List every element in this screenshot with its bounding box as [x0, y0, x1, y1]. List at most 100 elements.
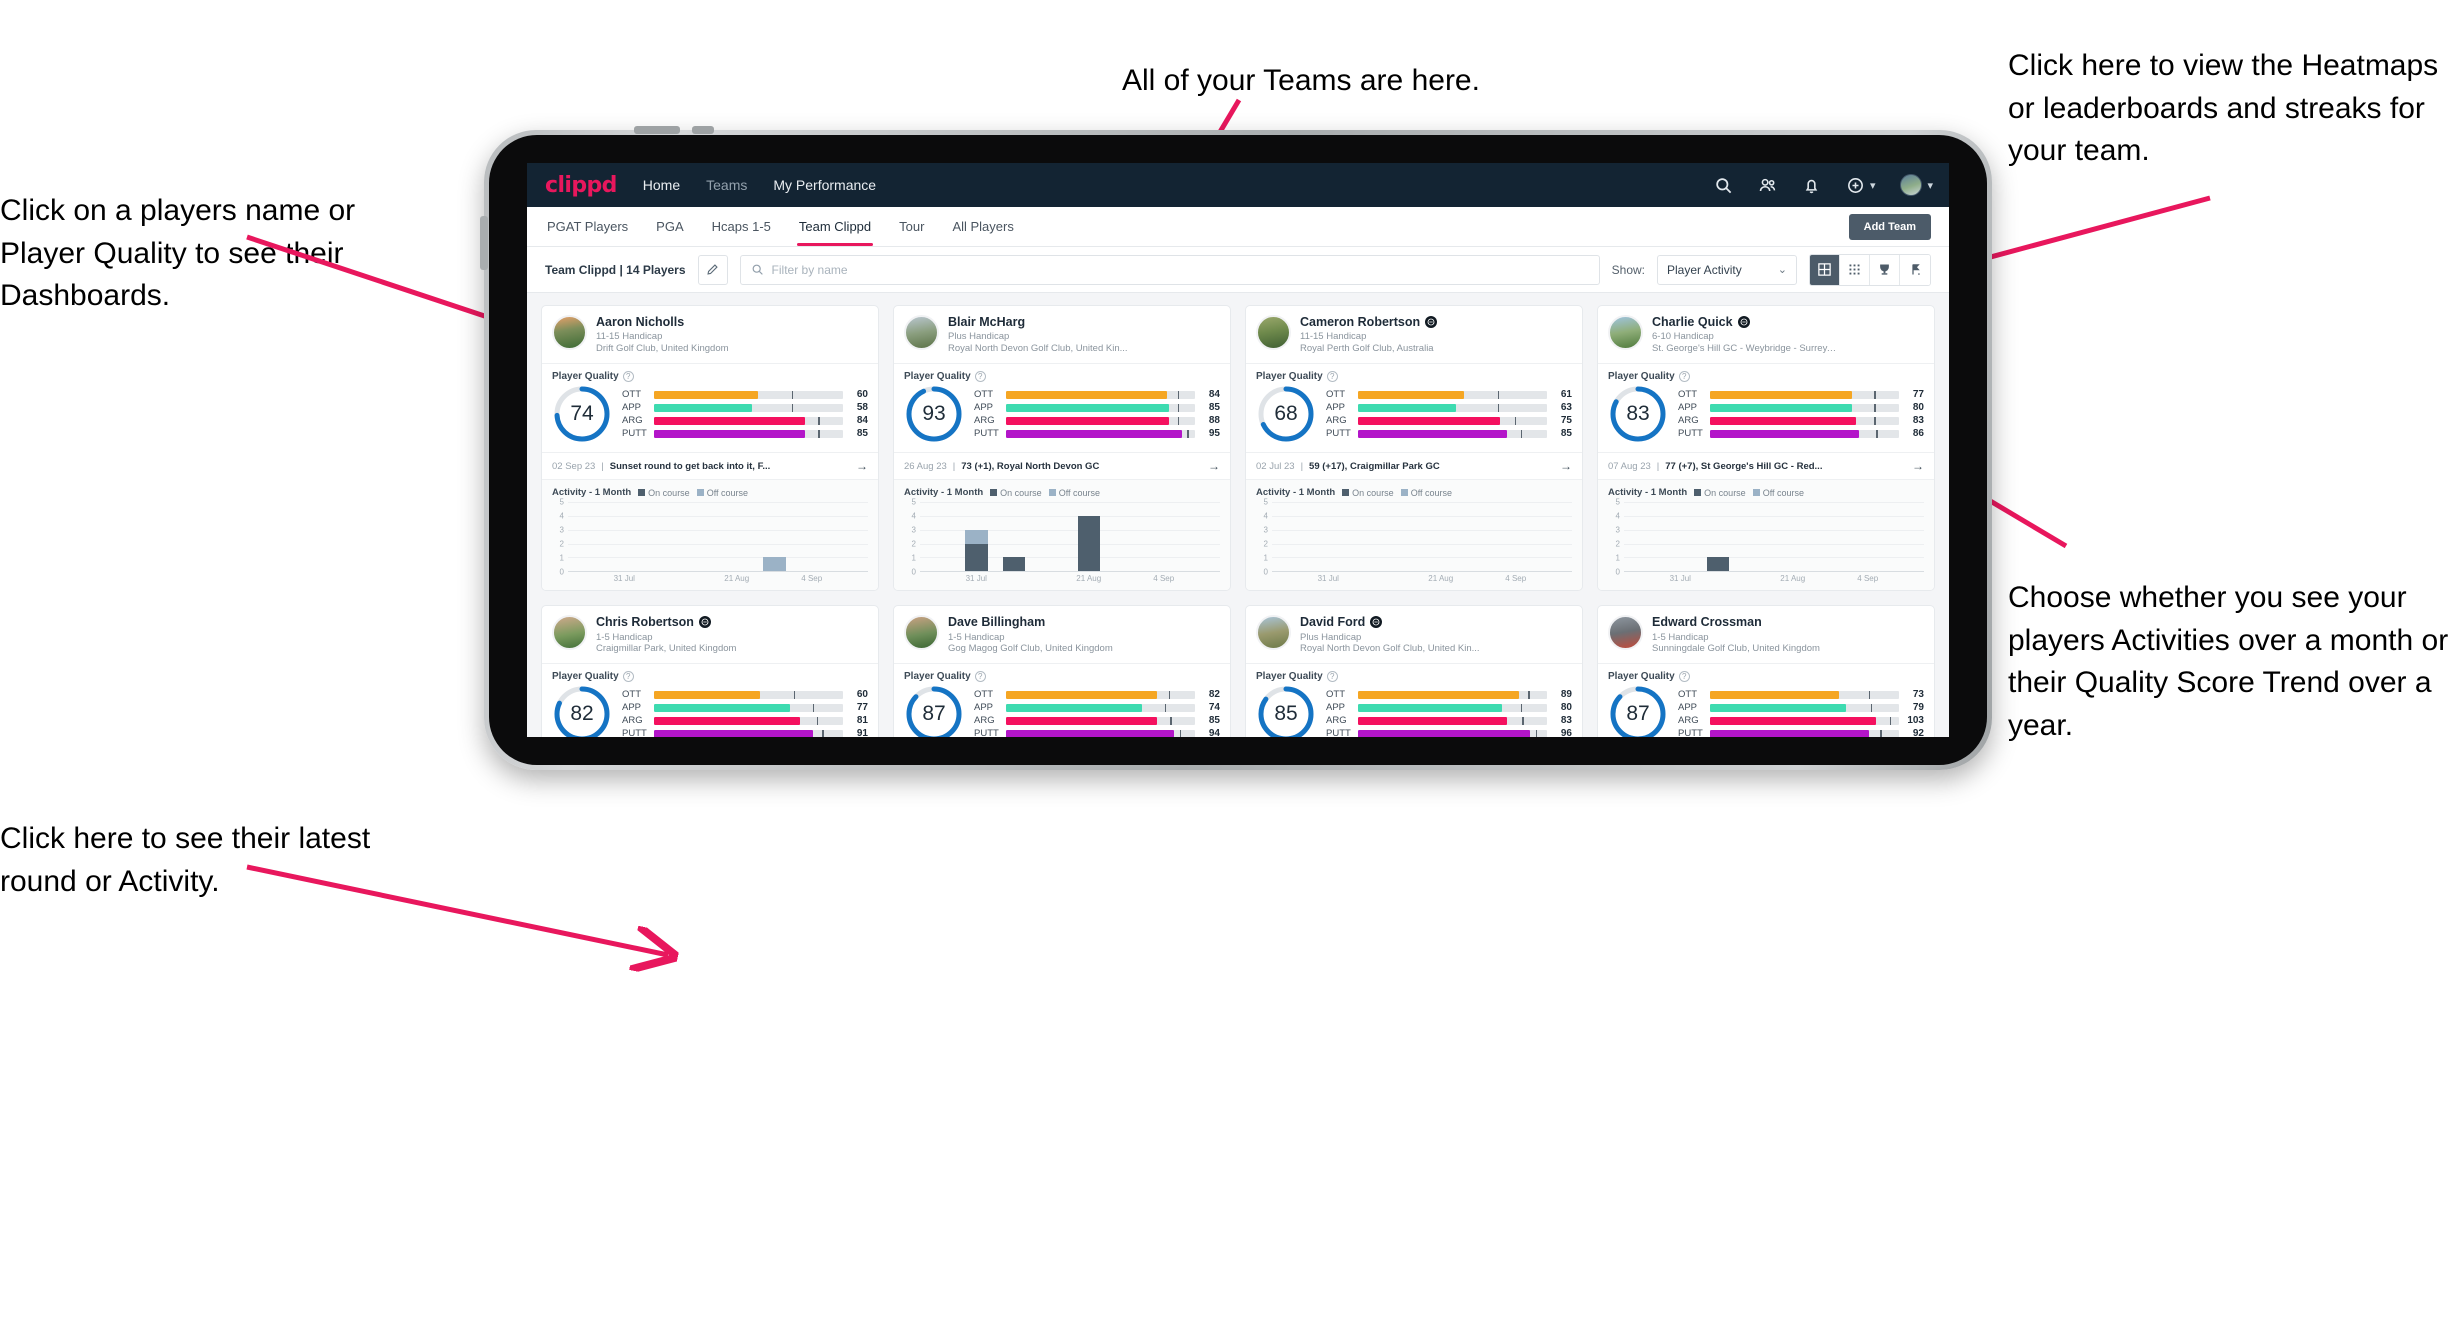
- player-name-row[interactable]: Cameron Robertson: [1300, 315, 1438, 329]
- arrow-right-icon[interactable]: →: [1208, 459, 1220, 473]
- quality-score-ring[interactable]: 87: [1608, 684, 1668, 737]
- tab-team-clippd[interactable]: Team Clippd: [796, 207, 874, 246]
- player-card-header[interactable]: Aaron Nicholls 11-15 Handicap Drift Golf…: [542, 306, 878, 365]
- plus-circle-icon[interactable]: [1846, 176, 1865, 195]
- player-avatar[interactable]: [1256, 315, 1291, 350]
- bell-icon[interactable]: [1802, 176, 1821, 195]
- quality-score-ring[interactable]: 93: [904, 384, 964, 444]
- player-name-row[interactable]: Charlie Quick: [1652, 315, 1837, 329]
- latest-round-row[interactable]: 26 Aug 23 | 73 (+1), Royal North Devon G…: [894, 453, 1230, 481]
- player-name[interactable]: Edward Crossman: [1652, 615, 1762, 629]
- player-quality-section[interactable]: Player Quality ? 85 OTT 89 APP 80 ARG 83…: [1246, 664, 1582, 737]
- tab-tour[interactable]: Tour: [897, 207, 926, 246]
- player-card[interactable]: Blair McHarg Plus Handicap Royal North D…: [893, 305, 1231, 592]
- player-name-row[interactable]: Edward Crossman: [1652, 615, 1820, 629]
- player-card-header[interactable]: Chris Robertson 1-5 Handicap Craigmillar…: [542, 606, 878, 665]
- player-card-header[interactable]: Dave Billingham 1-5 Handicap Gog Magog G…: [894, 606, 1230, 665]
- player-name-row[interactable]: Blair McHarg: [948, 315, 1128, 329]
- player-quality-section[interactable]: Player Quality ? 87 OTT 82 APP 74 ARG 85…: [894, 664, 1230, 737]
- quality-score-ring[interactable]: 68: [1256, 384, 1316, 444]
- player-card-header[interactable]: Charlie Quick 6-10 Handicap St. George's…: [1598, 306, 1934, 365]
- player-card-header[interactable]: Blair McHarg Plus Handicap Royal North D…: [894, 306, 1230, 365]
- nav-item-my-performance[interactable]: My Performance: [773, 177, 876, 193]
- player-card[interactable]: Charlie Quick 6-10 Handicap St. George's…: [1597, 305, 1935, 592]
- tab-pgat-players[interactable]: PGAT Players: [545, 207, 630, 246]
- help-icon[interactable]: ?: [1326, 671, 1338, 683]
- player-name-row[interactable]: Aaron Nicholls: [596, 315, 729, 329]
- help-icon[interactable]: ?: [1326, 371, 1338, 383]
- pencil-icon[interactable]: [697, 254, 728, 285]
- help-icon[interactable]: ?: [974, 371, 986, 383]
- player-name[interactable]: Blair McHarg: [948, 315, 1025, 329]
- player-quality-section[interactable]: Player Quality ? 82 OTT 60 APP 77 ARG 81…: [542, 664, 878, 737]
- arrow-right-icon[interactable]: →: [856, 459, 868, 473]
- player-name[interactable]: Dave Billingham: [948, 615, 1045, 629]
- metric-bar: [1358, 429, 1547, 438]
- player-card[interactable]: Chris Robertson 1-5 Handicap Craigmillar…: [541, 605, 879, 737]
- latest-round-row[interactable]: 07 Aug 23 | 77 (+7), St George's Hill GC…: [1598, 453, 1934, 481]
- people-icon[interactable]: [1758, 176, 1777, 195]
- player-card-header[interactable]: Cameron Robertson 11-15 Handicap Royal P…: [1246, 306, 1582, 365]
- player-quality-section[interactable]: Player Quality ? 74 OTT 60 APP 58 ARG 84…: [542, 364, 878, 454]
- player-card[interactable]: Aaron Nicholls 11-15 Handicap Drift Golf…: [541, 305, 879, 592]
- player-name-row[interactable]: Dave Billingham: [948, 615, 1113, 629]
- grid-large-icon[interactable]: [1810, 254, 1840, 285]
- player-card-header[interactable]: Edward Crossman 1-5 Handicap Sunningdale…: [1598, 606, 1934, 665]
- player-avatar[interactable]: [1608, 615, 1643, 651]
- player-avatar[interactable]: [552, 615, 587, 651]
- player-card[interactable]: Cameron Robertson 11-15 Handicap Royal P…: [1245, 305, 1583, 592]
- nav-item-home[interactable]: Home: [643, 177, 680, 193]
- quality-score-ring[interactable]: 82: [552, 684, 612, 737]
- player-name[interactable]: Cameron Robertson: [1300, 315, 1420, 329]
- player-avatar[interactable]: [1256, 615, 1291, 651]
- player-card[interactable]: David Ford Plus Handicap Royal North Dev…: [1245, 605, 1583, 737]
- quality-score-ring[interactable]: 87: [904, 684, 964, 737]
- trophy-icon[interactable]: [1870, 254, 1900, 285]
- search-icon[interactable]: [1714, 176, 1733, 195]
- player-name[interactable]: Aaron Nicholls: [596, 315, 684, 329]
- arrow-right-icon[interactable]: →: [1912, 459, 1924, 473]
- player-name[interactable]: David Ford: [1300, 615, 1365, 629]
- player-quality-section[interactable]: Player Quality ? 83 OTT 77 APP 80 ARG 83…: [1598, 364, 1934, 454]
- add-team-button[interactable]: Add Team: [1848, 213, 1931, 240]
- player-avatar[interactable]: [904, 315, 939, 350]
- player-quality-section[interactable]: Player Quality ? 68 OTT 61 APP 63 ARG 75…: [1246, 364, 1582, 454]
- latest-round-row[interactable]: 02 Jul 23 | 59 (+17), Craigmillar Park G…: [1246, 453, 1582, 481]
- help-icon[interactable]: ?: [622, 671, 634, 683]
- quality-score-ring[interactable]: 74: [552, 384, 612, 444]
- player-name-row[interactable]: David Ford: [1300, 615, 1480, 629]
- grid-small-icon[interactable]: [1840, 254, 1870, 285]
- profile-menu[interactable]: ▾: [1900, 174, 1933, 196]
- player-search-box[interactable]: [739, 254, 1600, 285]
- nav-item-teams[interactable]: Teams: [706, 177, 747, 193]
- add-menu[interactable]: ▾: [1846, 176, 1875, 195]
- player-name[interactable]: Charlie Quick: [1652, 315, 1733, 329]
- help-icon[interactable]: ?: [1678, 371, 1690, 383]
- tab-all-players[interactable]: All Players: [950, 207, 1015, 246]
- player-quality-section[interactable]: Player Quality ? 93 OTT 84 APP 85 ARG 88…: [894, 364, 1230, 454]
- avatar[interactable]: [1900, 174, 1923, 196]
- arrow-right-icon[interactable]: →: [1560, 459, 1572, 473]
- player-avatar[interactable]: [1608, 315, 1643, 350]
- player-card-header[interactable]: David Ford Plus Handicap Royal North Dev…: [1246, 606, 1582, 665]
- player-name-row[interactable]: Chris Robertson: [596, 615, 736, 629]
- player-quality-section[interactable]: Player Quality ? 87 OTT 73 APP 79 ARG 10…: [1598, 664, 1934, 737]
- help-icon[interactable]: ?: [622, 371, 634, 383]
- player-card[interactable]: Dave Billingham 1-5 Handicap Gog Magog G…: [893, 605, 1231, 737]
- help-icon[interactable]: ?: [1678, 671, 1690, 683]
- player-name[interactable]: Chris Robertson: [596, 615, 694, 629]
- help-icon[interactable]: ?: [974, 671, 986, 683]
- show-select[interactable]: Player Activity ⌄: [1657, 254, 1797, 285]
- activity-section: Activity - 1 Month On course Off course …: [542, 480, 878, 591]
- quality-score-ring[interactable]: 83: [1608, 384, 1668, 444]
- player-avatar[interactable]: [904, 615, 939, 651]
- latest-round-row[interactable]: 02 Sep 23 | Sunset round to get back int…: [542, 453, 878, 481]
- player-avatar[interactable]: [552, 315, 587, 350]
- tab-pga[interactable]: PGA: [654, 207, 685, 246]
- player-card[interactable]: Edward Crossman 1-5 Handicap Sunningdale…: [1597, 605, 1935, 737]
- clippd-logo[interactable]: clippd: [545, 173, 617, 198]
- tab-hcaps-1-5[interactable]: Hcaps 1-5: [710, 207, 773, 246]
- quality-score-ring[interactable]: 85: [1256, 684, 1316, 737]
- search-input[interactable]: [771, 262, 1589, 277]
- flag-icon[interactable]: [1900, 254, 1930, 285]
